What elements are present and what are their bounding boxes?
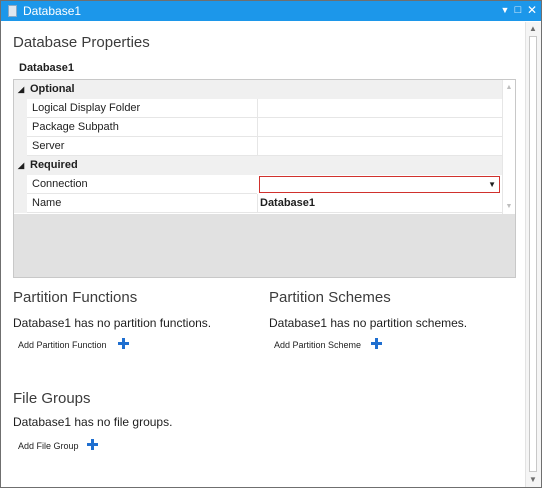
property-row-logical-display-folder[interactable]: Logical Display Folder: [14, 99, 502, 118]
partition-schemes-empty-text: Database1 has no partition schemes.: [269, 316, 468, 330]
category-optional[interactable]: ◢ Optional: [14, 80, 502, 99]
maximize-icon[interactable]: □: [512, 3, 524, 17]
partition-functions-empty-text: Database1 has no partition functions.: [13, 316, 212, 330]
page-title: Database Properties: [13, 34, 150, 51]
add-partition-function-plus-icon[interactable]: [118, 338, 129, 349]
document-icon: [8, 5, 17, 17]
property-value: Database1: [260, 197, 316, 209]
scroll-down-icon[interactable]: ▼: [528, 475, 538, 485]
partition-functions-title: Partition Functions: [13, 289, 138, 306]
window-scrollbar[interactable]: ▲ ▼: [525, 22, 541, 487]
scrollbar-thumb[interactable]: [529, 36, 537, 472]
category-required[interactable]: ◢ Required: [14, 156, 502, 175]
property-row-package-subpath[interactable]: Package Subpath: [14, 118, 502, 137]
category-label: Optional: [30, 83, 75, 95]
database-name-label: Database1: [19, 62, 75, 74]
database-window: Database1 ▼ □ ✕ Database Properties Data…: [0, 0, 542, 488]
property-grid-rows: ◢ Optional Logical Display Folder Packag…: [14, 80, 515, 214]
add-partition-function-link[interactable]: Add Partition Function: [18, 339, 107, 351]
collapse-triangle-icon[interactable]: ◢: [18, 80, 24, 99]
property-value-cell[interactable]: [257, 137, 502, 156]
property-name: Logical Display Folder: [32, 102, 141, 114]
row-gutter: [14, 118, 27, 137]
file-groups-empty-text: Database1 has no file groups.: [13, 415, 173, 429]
row-gutter: [14, 137, 27, 156]
row-gutter: [14, 175, 27, 194]
property-value-cell[interactable]: [257, 99, 502, 118]
content-area: Database Properties Database1 ◢ Optional…: [1, 22, 525, 487]
property-name: Name: [32, 197, 62, 209]
property-row-connection[interactable]: Connection ▼: [14, 175, 502, 194]
property-grid: ◢ Optional Logical Display Folder Packag…: [13, 79, 516, 278]
scroll-up-icon[interactable]: ▲: [505, 83, 513, 92]
dropdown-menu-icon[interactable]: ▼: [499, 3, 511, 17]
add-file-group-plus-icon[interactable]: [87, 439, 98, 450]
scroll-up-icon[interactable]: ▲: [528, 24, 538, 34]
dropdown-arrow-icon[interactable]: ▼: [488, 177, 496, 192]
add-file-group-link[interactable]: Add File Group: [18, 440, 79, 452]
property-name: Server: [32, 140, 65, 152]
property-row-server[interactable]: Server: [14, 137, 502, 156]
property-value-cell[interactable]: [257, 118, 502, 137]
add-partition-scheme-link[interactable]: Add Partition Scheme: [274, 339, 361, 351]
property-row-name[interactable]: Name Database1: [14, 194, 502, 213]
row-gutter: [14, 99, 27, 118]
property-grid-scrollbar[interactable]: ▲ ▼: [502, 80, 515, 214]
add-partition-scheme-plus-icon[interactable]: [371, 338, 382, 349]
property-name: Package Subpath: [32, 121, 119, 133]
property-name-cell: [27, 194, 257, 213]
connection-dropdown[interactable]: ▼: [259, 176, 500, 193]
row-gutter: [14, 194, 27, 213]
property-name: Connection: [32, 178, 88, 190]
window-title: Database1: [23, 4, 82, 18]
title-bar[interactable]: Database1 ▼ □ ✕: [1, 1, 541, 21]
scroll-down-icon[interactable]: ▼: [505, 202, 513, 211]
close-icon[interactable]: ✕: [526, 3, 538, 17]
collapse-triangle-icon[interactable]: ◢: [18, 156, 24, 175]
file-groups-title: File Groups: [13, 390, 91, 407]
partition-schemes-title: Partition Schemes: [269, 289, 391, 306]
category-label: Required: [30, 159, 78, 171]
